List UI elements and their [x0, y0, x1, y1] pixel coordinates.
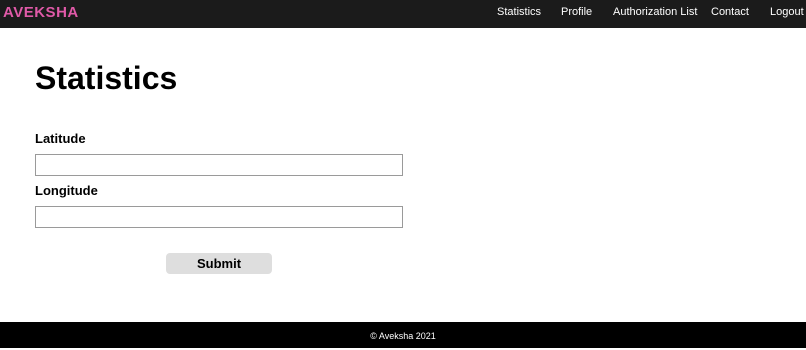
longitude-input[interactable] — [35, 206, 403, 228]
latitude-input[interactable] — [35, 154, 403, 176]
latitude-label: Latitude — [35, 131, 86, 146]
nav-link-profile[interactable]: Profile — [561, 0, 592, 28]
footer: © Aveksha 2021 — [0, 322, 806, 348]
page-title: Statistics — [35, 60, 178, 96]
submit-button[interactable]: Submit — [166, 253, 272, 274]
nav-link-authorization-list[interactable]: Authorization List — [613, 0, 697, 28]
nav-link-logout[interactable]: Logout — [770, 0, 804, 28]
nav-link-statistics[interactable]: Statistics — [497, 0, 541, 28]
footer-copyright: © Aveksha 2021 — [370, 331, 436, 341]
nav-link-contact[interactable]: Contact — [711, 0, 749, 28]
top-navbar: AVEKSHA Statistics Profile Authorization… — [0, 0, 806, 28]
brand-logo[interactable]: AVEKSHA — [3, 4, 79, 22]
longitude-label: Longitude — [35, 183, 98, 198]
